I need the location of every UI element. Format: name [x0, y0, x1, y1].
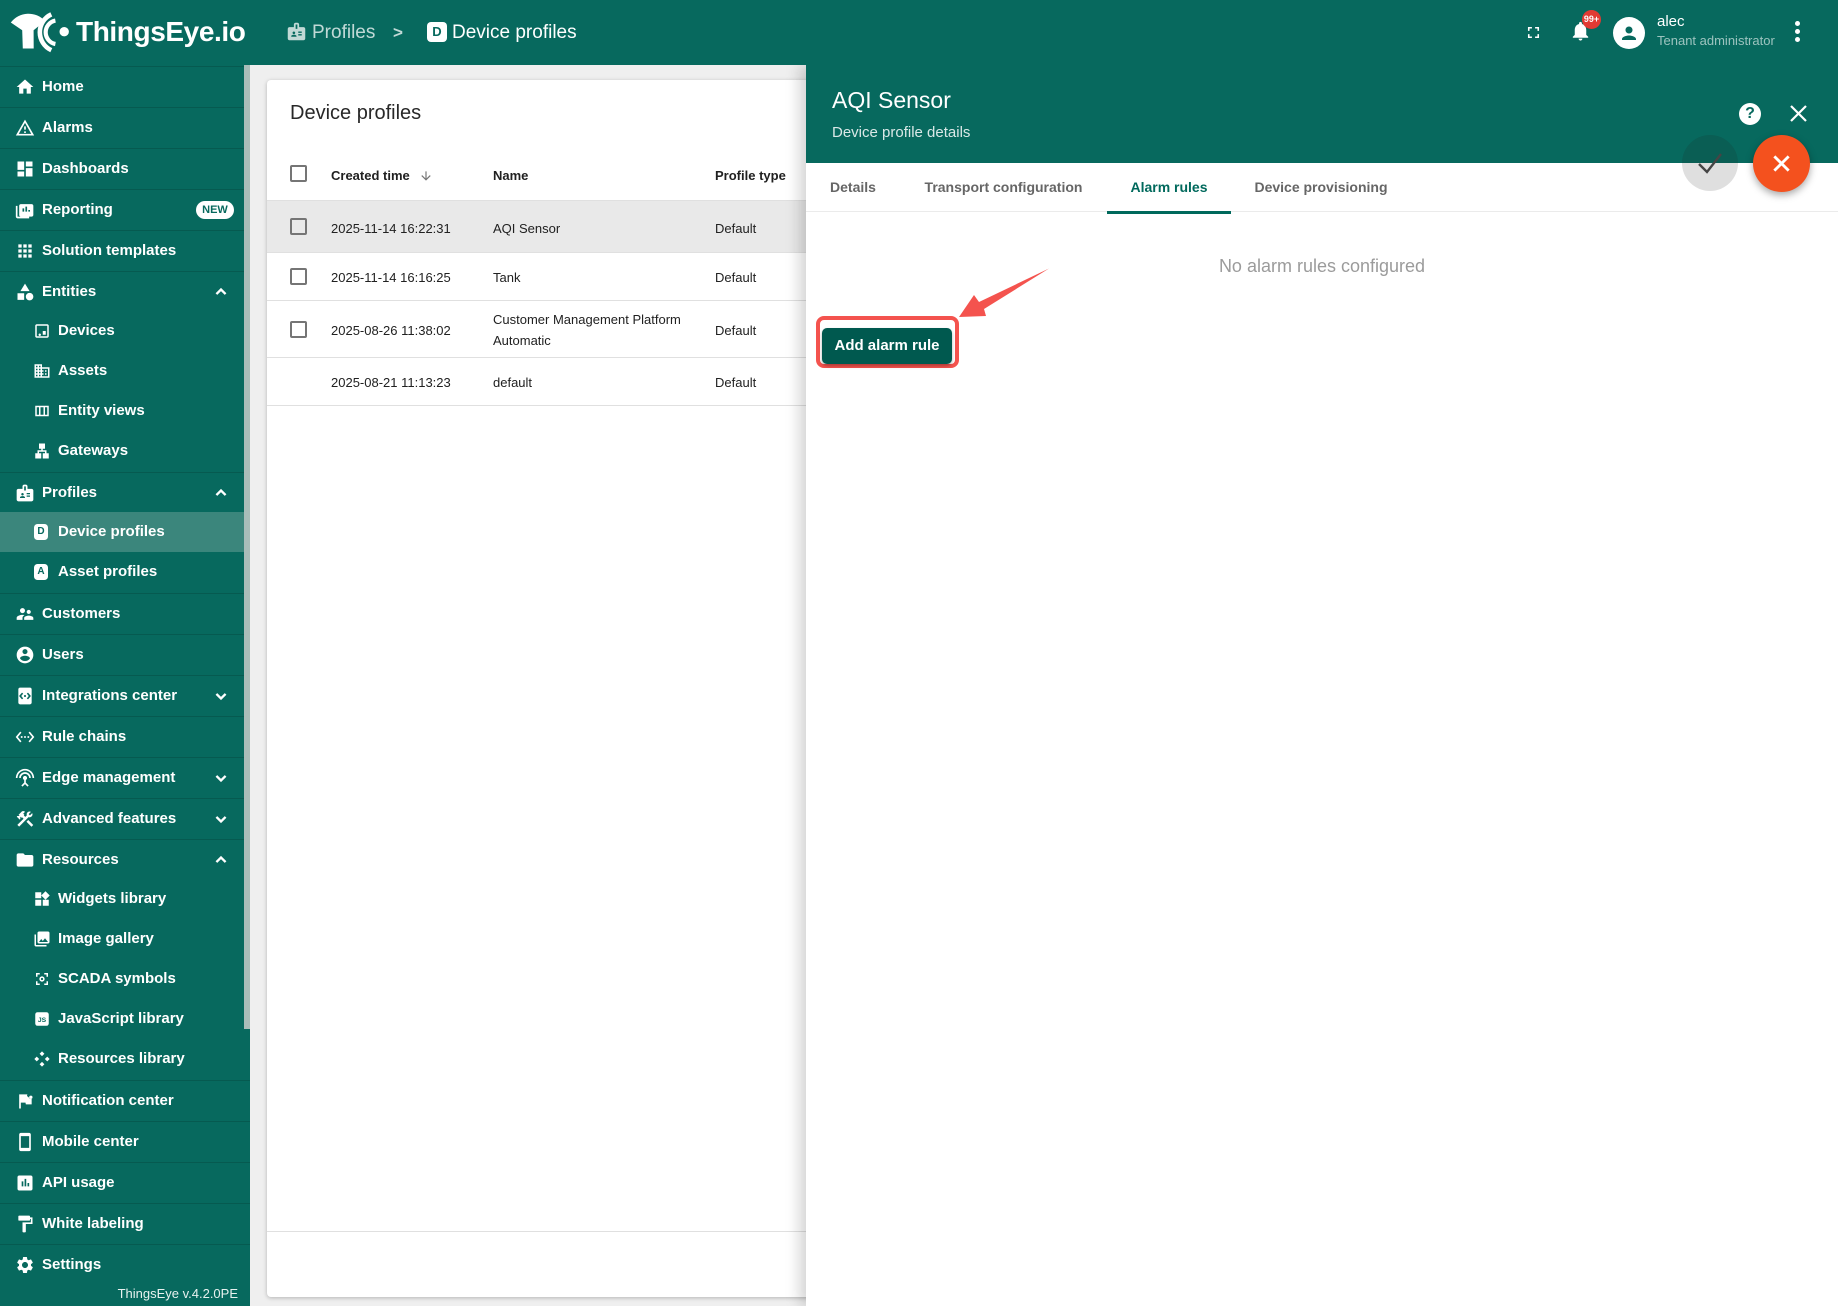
svg-text:JS: JS	[38, 1017, 47, 1024]
